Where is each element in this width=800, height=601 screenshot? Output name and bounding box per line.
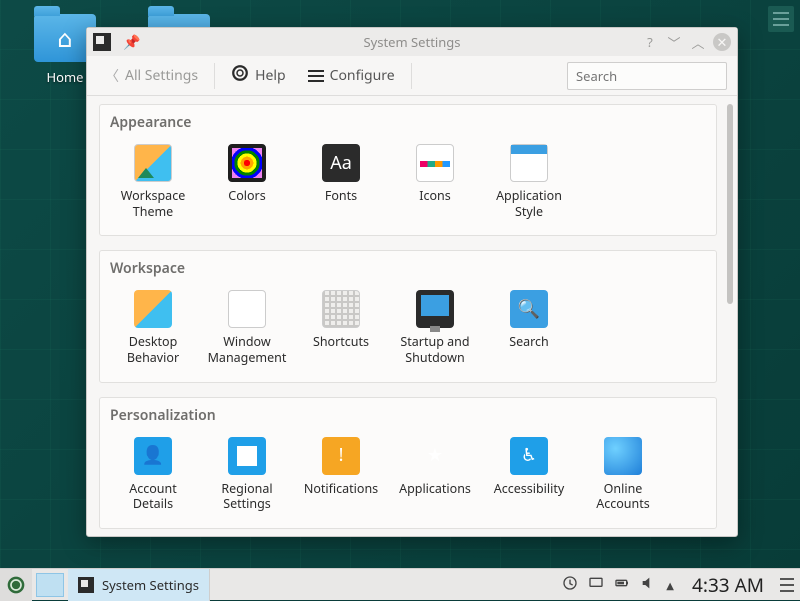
panel-menu-button[interactable] — [774, 569, 800, 601]
category-workspace: WorkspaceDesktop BehaviorWindow Manageme… — [99, 250, 717, 382]
task-label: System Settings — [102, 576, 199, 594]
toolbar: 〈 All Settings Help Configure — [87, 56, 737, 96]
battery-icon[interactable] — [614, 575, 630, 595]
item-label: Search — [484, 334, 574, 350]
startup-and-shutdown-icon — [416, 290, 454, 328]
app-icon — [93, 33, 111, 51]
update-icon[interactable] — [562, 575, 578, 595]
application-launcher[interactable] — [0, 569, 32, 601]
desktop-menu-button[interactable] — [768, 6, 794, 32]
settings-item[interactable]: Regional Settings — [200, 433, 294, 516]
all-settings-label: All Settings — [125, 66, 198, 85]
configure-button[interactable]: Configure — [300, 66, 403, 85]
colors-icon — [228, 144, 266, 182]
tray-expand-icon[interactable]: ▲ — [666, 578, 674, 592]
settings-item[interactable]: Startup and Shutdown — [388, 286, 482, 369]
account-details-icon: 👤 — [134, 437, 172, 475]
item-label: Fonts — [296, 188, 386, 204]
category-title: Workspace — [100, 251, 716, 282]
desktop-behavior-icon — [134, 290, 172, 328]
icons-icon — [416, 144, 454, 182]
item-label: Online Accounts — [578, 481, 668, 512]
pin-icon[interactable]: 📌 — [117, 33, 140, 52]
settings-item[interactable]: 🔍 Search — [482, 286, 576, 369]
settings-item[interactable]: Window Management — [200, 286, 294, 369]
application-style-icon — [510, 144, 548, 182]
category-title: Personalization — [100, 398, 716, 429]
settings-item[interactable]: ★ Applications — [388, 433, 482, 516]
window-title: System Settings — [87, 33, 737, 51]
system-settings-window: 📌 System Settings ? ﹀ ︿ ✕ 〈 All Settings… — [86, 27, 738, 537]
item-label: Desktop Behavior — [108, 334, 198, 365]
system-tray: ▲ — [554, 575, 682, 595]
help-label: Help — [255, 66, 286, 85]
item-label: Shortcuts — [296, 334, 386, 350]
category-grid: 👤 Account DetailsRegional Settings! Notifi… — [100, 429, 716, 528]
item-label: Accessibility — [484, 481, 574, 497]
settings-item[interactable]: 👤 Account Details — [106, 433, 200, 516]
window-management-icon — [228, 290, 266, 328]
close-button[interactable]: ✕ — [713, 33, 731, 51]
search-input[interactable] — [567, 62, 727, 90]
settings-item[interactable]: Application Style — [482, 140, 576, 223]
category-appearance: Appearance Workspace ThemeColors Aa FontsIc… — [99, 104, 717, 236]
settings-item[interactable]: Desktop Behavior — [106, 286, 200, 369]
category-grid: Workspace ThemeColors Aa FontsIconsApplica… — [100, 136, 716, 235]
separator — [214, 63, 215, 89]
settings-item[interactable]: ♿ Accessibility — [482, 433, 576, 516]
item-label: Application Style — [484, 188, 574, 219]
accessibility-icon: ♿ — [510, 437, 548, 475]
search-icon: 🔍 — [510, 290, 548, 328]
chevron-left-icon: 〈 — [105, 66, 119, 86]
panel: System Settings ▲ 4:33 AM — [0, 568, 800, 600]
shortcuts-icon — [322, 290, 360, 328]
item-label: Account Details — [108, 481, 198, 512]
separator — [411, 63, 412, 89]
item-label: Notifications — [296, 481, 386, 497]
item-label: Regional Settings — [202, 481, 292, 512]
show-desktop-button[interactable] — [36, 573, 64, 597]
settings-item[interactable]: Workspace Theme — [106, 140, 200, 223]
settings-icon — [78, 577, 94, 593]
applications-icon: ★ — [416, 437, 454, 475]
task-system-settings[interactable]: System Settings — [68, 569, 210, 601]
maximize-button[interactable]: ︿ — [689, 33, 707, 51]
volume-icon[interactable] — [640, 575, 656, 595]
titlebar[interactable]: 📌 System Settings ? ﹀ ︿ ✕ — [87, 28, 737, 56]
item-label: Applications — [390, 481, 480, 497]
item-label: Window Management — [202, 334, 292, 365]
online-accounts-icon — [604, 437, 642, 475]
workspace-theme-icon — [134, 144, 172, 182]
settings-item[interactable]: Icons — [388, 140, 482, 223]
settings-item[interactable]: Aa Fonts — [294, 140, 388, 223]
scrollbar[interactable] — [727, 104, 733, 304]
fonts-icon: Aa — [322, 144, 360, 182]
content-area: Appearance Workspace ThemeColors Aa FontsIc… — [87, 96, 737, 536]
help-button[interactable]: Help — [223, 64, 294, 87]
settings-item[interactable]: Shortcuts — [294, 286, 388, 369]
item-label: Icons — [390, 188, 480, 204]
all-settings-button[interactable]: 〈 All Settings — [97, 66, 206, 86]
item-label: Workspace Theme — [108, 188, 198, 219]
regional-settings-icon — [228, 437, 266, 475]
hamburger-icon — [308, 70, 324, 82]
settings-item[interactable]: ! Notifications — [294, 433, 388, 516]
item-label: Colors — [202, 188, 292, 204]
lifebuoy-icon — [231, 64, 249, 87]
category-personalization: Personalization 👤 Account DetailsRegional … — [99, 397, 717, 529]
configure-label: Configure — [330, 66, 395, 85]
minimize-button[interactable]: ﹀ — [665, 33, 683, 51]
clock[interactable]: 4:33 AM — [682, 572, 774, 598]
network-icon[interactable] — [588, 575, 604, 595]
settings-item[interactable]: Colors — [200, 140, 294, 223]
category-title: Appearance — [100, 105, 716, 136]
category-grid: Desktop BehaviorWindow ManagementShortcu… — [100, 282, 716, 381]
settings-item[interactable]: Online Accounts — [576, 433, 670, 516]
notifications-icon: ! — [322, 437, 360, 475]
item-label: Startup and Shutdown — [390, 334, 480, 365]
help-icon[interactable]: ? — [641, 33, 659, 51]
